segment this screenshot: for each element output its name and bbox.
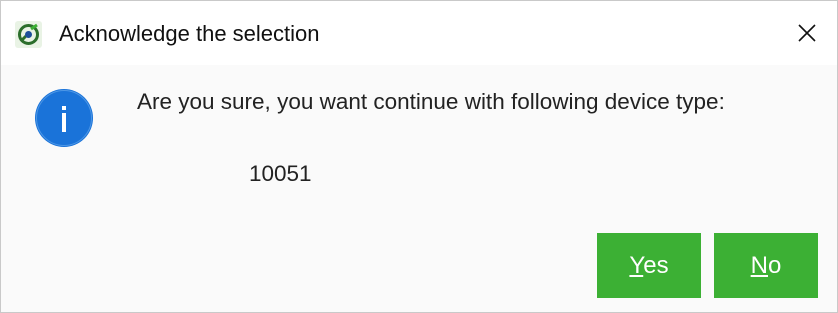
title-bar: Acknowledge the selection <box>1 1 837 65</box>
no-button[interactable]: No <box>714 233 818 298</box>
close-button[interactable] <box>777 1 837 65</box>
app-logo-icon <box>15 21 42 48</box>
window-title: Acknowledge the selection <box>59 21 320 46</box>
device-type-value: 10051 <box>249 161 312 186</box>
confirmation-message: Are you sure, you want continue with fol… <box>137 89 725 114</box>
no-label-rest: o <box>767 252 782 279</box>
acknowledge-dialog: Acknowledge the selection Are you sure, … <box>0 0 838 313</box>
no-mnemonic: N <box>750 252 768 279</box>
yes-mnemonic: Y <box>629 252 644 279</box>
yes-label-rest: es <box>643 252 669 279</box>
info-icon <box>34 88 94 148</box>
close-icon <box>798 24 816 42</box>
yes-button[interactable]: Yes <box>597 233 701 298</box>
dialog-content: Are you sure, you want continue with fol… <box>1 65 837 312</box>
